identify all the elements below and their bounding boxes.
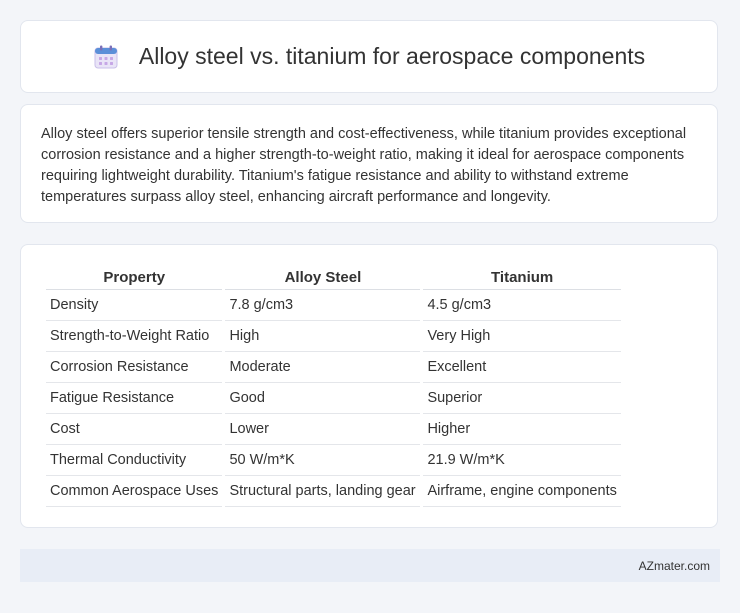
cell-titanium: Superior bbox=[423, 383, 621, 414]
table-row: Cost Lower Higher bbox=[46, 414, 621, 445]
cell-property: Density bbox=[46, 290, 223, 321]
column-header-alloy-steel: Alloy Steel bbox=[225, 265, 421, 290]
cell-alloy-steel: High bbox=[225, 321, 421, 352]
cell-property: Common Aerospace Uses bbox=[46, 476, 223, 507]
comparison-card: Property Alloy Steel Titanium Density 7.… bbox=[20, 244, 718, 528]
cell-property: Corrosion Resistance bbox=[46, 352, 223, 383]
column-header-titanium: Titanium bbox=[423, 265, 621, 290]
table-row: Thermal Conductivity 50 W/m*K 21.9 W/m*K bbox=[46, 445, 621, 476]
cell-titanium: Higher bbox=[423, 414, 621, 445]
cell-alloy-steel: Lower bbox=[225, 414, 421, 445]
cell-property: Strength-to-Weight Ratio bbox=[46, 321, 223, 352]
footer-site-link[interactable]: AZmater.com bbox=[639, 559, 710, 573]
calendar-icon bbox=[93, 44, 119, 70]
cell-alloy-steel: 50 W/m*K bbox=[225, 445, 421, 476]
cell-titanium: Airframe, engine components bbox=[423, 476, 621, 507]
cell-alloy-steel: Good bbox=[225, 383, 421, 414]
footer: AZmater.com bbox=[20, 549, 720, 582]
table-row: Corrosion Resistance Moderate Excellent bbox=[46, 352, 621, 383]
table-row: Strength-to-Weight Ratio High Very High bbox=[46, 321, 621, 352]
page-title: Alloy steel vs. titanium for aerospace c… bbox=[138, 43, 646, 69]
comparison-table: Property Alloy Steel Titanium Density 7.… bbox=[43, 265, 624, 507]
cell-alloy-steel: Moderate bbox=[225, 352, 421, 383]
cell-property: Thermal Conductivity bbox=[46, 445, 223, 476]
header-card: Alloy steel vs. titanium for aerospace c… bbox=[20, 20, 718, 93]
summary-card: Alloy steel offers superior tensile stre… bbox=[20, 104, 718, 223]
cell-property: Cost bbox=[46, 414, 223, 445]
cell-titanium: Excellent bbox=[423, 352, 621, 383]
table-row: Fatigue Resistance Good Superior bbox=[46, 383, 621, 414]
table-row: Common Aerospace Uses Structural parts, … bbox=[46, 476, 621, 507]
cell-titanium: Very High bbox=[423, 321, 621, 352]
cell-alloy-steel: Structural parts, landing gear bbox=[225, 476, 421, 507]
cell-titanium: 21.9 W/m*K bbox=[423, 445, 621, 476]
table-header-row: Property Alloy Steel Titanium bbox=[46, 265, 621, 290]
cell-alloy-steel: 7.8 g/cm3 bbox=[225, 290, 421, 321]
column-header-property: Property bbox=[46, 265, 223, 290]
cell-titanium: 4.5 g/cm3 bbox=[423, 290, 621, 321]
table-row: Density 7.8 g/cm3 4.5 g/cm3 bbox=[46, 290, 621, 321]
header: Alloy steel vs. titanium for aerospace c… bbox=[93, 43, 645, 70]
cell-property: Fatigue Resistance bbox=[46, 383, 223, 414]
summary-text: Alloy steel offers superior tensile stre… bbox=[41, 126, 687, 205]
